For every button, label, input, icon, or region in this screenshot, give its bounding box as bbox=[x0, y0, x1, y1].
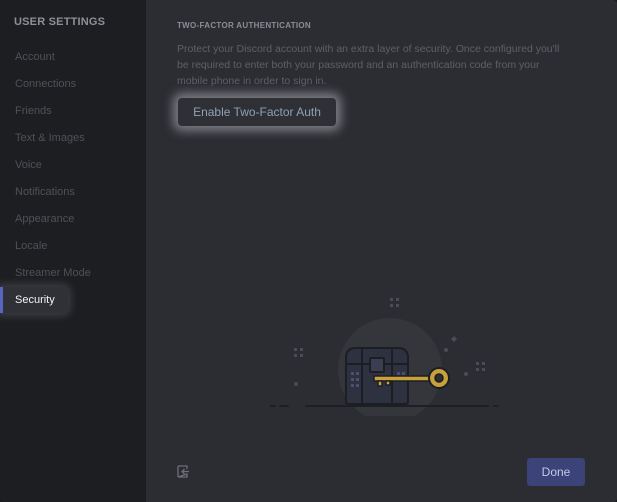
active-indicator bbox=[0, 287, 3, 313]
sidebar-item-security[interactable]: Security bbox=[0, 287, 68, 313]
sidebar-item-notifications[interactable]: Notifications bbox=[15, 183, 75, 201]
done-button[interactable]: Done bbox=[527, 458, 585, 486]
sidebar-item-account[interactable]: Account bbox=[15, 48, 55, 66]
sidebar-item-connections[interactable]: Connections bbox=[15, 75, 76, 93]
section-description: Protect your Discord account with an ext… bbox=[177, 43, 560, 87]
settings-sidebar: USER SETTINGS Account Connections Friend… bbox=[0, 0, 146, 502]
sidebar-item-streamer-mode[interactable]: Streamer Mode bbox=[15, 264, 91, 282]
sidebar-item-voice[interactable]: Voice bbox=[15, 156, 42, 174]
settings-content: TWO-FACTOR AUTHENTICATION Protect your D… bbox=[146, 0, 617, 502]
enable-two-factor-button[interactable]: Enable Two-Factor Auth bbox=[178, 98, 336, 126]
sidebar-title: USER SETTINGS bbox=[14, 16, 106, 28]
sidebar-item-text-images[interactable]: Text & Images bbox=[15, 129, 85, 147]
exit-arrow-icon[interactable] bbox=[177, 465, 190, 478]
sidebar-item-appearance[interactable]: Appearance bbox=[15, 210, 74, 228]
sidebar-item-friends[interactable]: Friends bbox=[15, 102, 52, 120]
sidebar-item-locale[interactable]: Locale bbox=[15, 237, 47, 255]
sidebar-item-security-label: Security bbox=[15, 294, 55, 306]
treasure-chest-key-illustration bbox=[270, 298, 499, 416]
section-title: TWO-FACTOR AUTHENTICATION bbox=[177, 21, 312, 30]
settings-window: USER SETTINGS Account Connections Friend… bbox=[0, 0, 617, 502]
